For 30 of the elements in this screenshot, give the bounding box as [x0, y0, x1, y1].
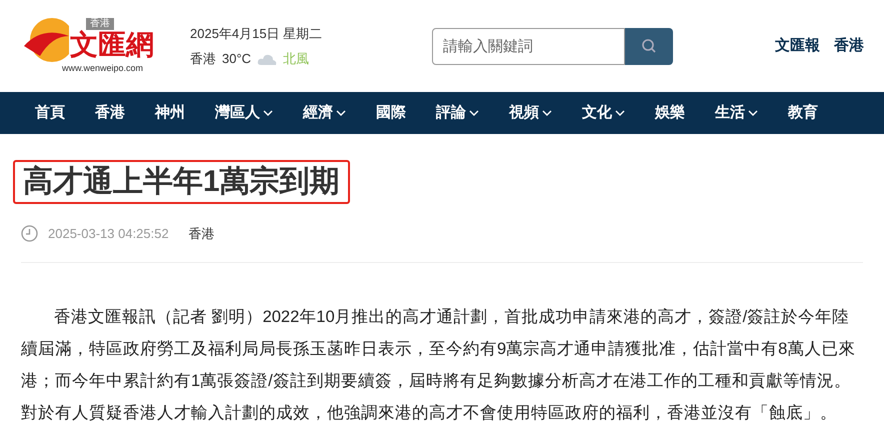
- article-timestamp: 2025-03-13 04:25:52: [48, 225, 169, 243]
- cloud-icon: [257, 52, 278, 65]
- weather-temperature: 30°C: [222, 50, 252, 68]
- header-link[interactable]: 香港: [834, 34, 864, 58]
- nav-item[interactable]: 香港: [95, 102, 125, 124]
- nav-item[interactable]: 文化: [582, 102, 625, 124]
- header-link[interactable]: 文匯報: [775, 34, 820, 58]
- nav-item[interactable]: 首頁: [35, 102, 65, 124]
- weather-wind: 北風: [283, 50, 310, 68]
- logo-region-label: 香港: [86, 18, 114, 30]
- nav-item[interactable]: 教育: [788, 102, 818, 124]
- nav-item[interactable]: 國際: [376, 102, 406, 124]
- search-icon: [642, 39, 656, 53]
- nav-item[interactable]: 視頻: [509, 102, 552, 124]
- nav-item[interactable]: 經濟: [303, 102, 346, 124]
- date-text: 2025年4月15日 星期二: [190, 24, 322, 42]
- weather-city: 香港: [190, 50, 216, 68]
- article-location: 香港: [188, 225, 215, 243]
- logo-wordmark: 文匯網: [70, 28, 155, 62]
- search-button[interactable]: [625, 28, 674, 64]
- clock-icon: [21, 225, 38, 242]
- article-title: 高才通上半年1萬宗到期: [13, 160, 350, 204]
- logo-url: www.wenweipo.com: [62, 63, 144, 73]
- article-body: 香港文匯報訊（記者 劉明）2022年10月推出的高才通計劃，首批成功申請來港的高才，簽證/簽註於今年陸續屆滿，特區政府勞工及福利局局長孫玉菡昨日表示，至今約有9萬宗高才通申請獲批准，估計當中有8萬人已來港；而今年中累計約有1萬張簽證/簽註到期要續簽，屆時將有足夠數據分析高才在港工作的工種和貢獻等情況。對於有人質疑香港人才輸入計劃的成效，他強調來港的高才不會使用特區政府的福利，香港並沒有「蝕底」。: [21, 306, 856, 424]
- nav-item[interactable]: 評論: [436, 102, 479, 124]
- nav-item[interactable]: 灣區人: [215, 102, 273, 124]
- nav-item[interactable]: 神州: [155, 102, 185, 124]
- search-field[interactable]: 請輸入關鍵詞: [432, 28, 626, 64]
- nav-item[interactable]: 娛樂: [655, 102, 685, 124]
- nav-item[interactable]: 生活: [715, 102, 758, 124]
